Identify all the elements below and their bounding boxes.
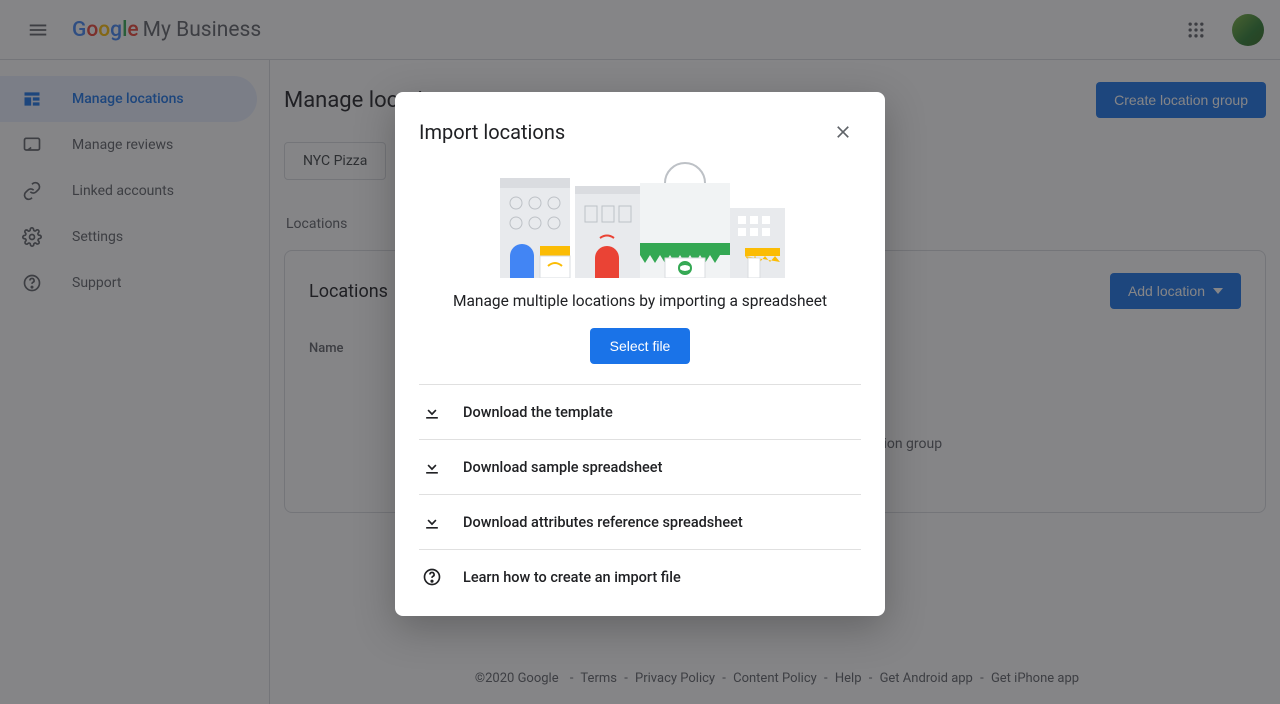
download-sample-link[interactable]: Download sample spreadsheet [419,439,861,494]
link-label: Learn how to create an import file [463,569,681,586]
import-locations-dialog: Import locations [395,92,885,616]
learn-import-link[interactable]: Learn how to create an import file [419,549,861,604]
dialog-illustration [419,158,861,278]
link-label: Download the template [463,404,613,421]
link-label: Download attributes reference spreadshee… [463,514,743,531]
download-icon [421,401,443,423]
dialog-title: Import locations [419,120,565,144]
download-icon [421,456,443,478]
link-label: Download sample spreadsheet [463,459,662,476]
select-file-button[interactable]: Select file [590,328,691,364]
download-icon [421,511,443,533]
download-attributes-link[interactable]: Download attributes reference spreadshee… [419,494,861,549]
help-icon [421,566,443,588]
modal-overlay[interactable]: Import locations [0,0,1280,704]
download-template-link[interactable]: Download the template [419,384,861,439]
dialog-subtitle: Manage multiple locations by importing a… [419,292,861,310]
close-icon[interactable] [825,114,861,150]
